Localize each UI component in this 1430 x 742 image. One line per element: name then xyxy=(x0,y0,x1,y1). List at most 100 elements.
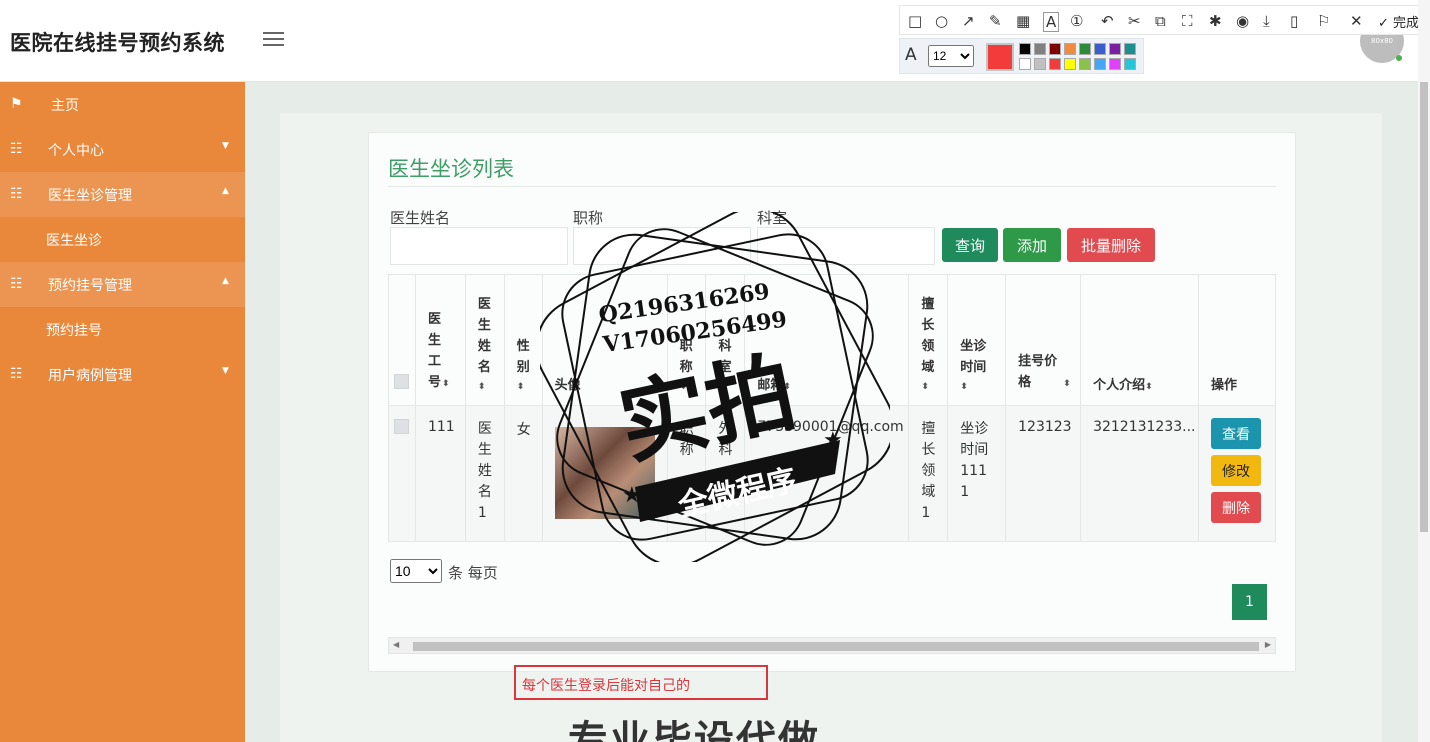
title-label: 职称 xyxy=(573,209,604,227)
col-header-label: 坐诊时间 xyxy=(960,339,987,375)
color-swatch[interactable] xyxy=(1019,43,1031,55)
view-button[interactable]: 查看 xyxy=(1211,418,1262,449)
vertical-scrollbar[interactable] xyxy=(1418,0,1430,742)
done-button[interactable]: ✓ 完成 xyxy=(1378,12,1419,31)
grid-icon: ☷ xyxy=(10,276,23,292)
copy-icon[interactable]: ▯ xyxy=(1290,12,1298,30)
font-icon: A xyxy=(905,45,917,65)
pen-tool-icon[interactable]: ✎ xyxy=(989,12,1002,30)
col-header-label: 操作 xyxy=(1211,378,1238,393)
record-icon[interactable]: ◉ xyxy=(1236,12,1249,30)
sidebar: ⚑ 主页 ☷ 个人中心 ▼ ☷ 医生坐诊管理 ▲ 医生坐诊 ☷ 预约挂号管理 ▲… xyxy=(0,82,245,742)
current-color-swatch[interactable] xyxy=(986,43,1014,71)
col-header[interactable]: 擅长领域 ⬍ xyxy=(908,274,949,406)
page-size-select[interactable]: 10 xyxy=(390,559,442,583)
ellipse-tool-icon[interactable]: ○ xyxy=(935,12,948,30)
color-swatch[interactable] xyxy=(1049,58,1061,70)
sidebar-item-appointment-mgmt[interactable]: ☷ 预约挂号管理 ▲ xyxy=(0,262,245,307)
add-button[interactable]: 添加 xyxy=(1003,228,1061,262)
caret-up-icon: ▲ xyxy=(222,276,229,286)
done-label: 完成 xyxy=(1393,16,1420,31)
check-icon: ✓ xyxy=(1378,16,1389,31)
avatar-placeholder-text: 80x80 xyxy=(1371,37,1393,45)
select-all-checkbox[interactable] xyxy=(394,374,409,389)
color-swatch[interactable] xyxy=(1034,43,1046,55)
color-swatch[interactable] xyxy=(1019,58,1031,70)
color-swatch[interactable] xyxy=(1094,58,1106,70)
batch-delete-button[interactable]: 批量删除 xyxy=(1067,228,1155,262)
col-header-label: 职称 xyxy=(679,339,693,375)
delete-button[interactable]: 删除 xyxy=(1211,492,1262,523)
text-tool-icon[interactable]: A xyxy=(1043,12,1060,32)
color-swatch[interactable] xyxy=(1124,43,1136,55)
bookmark-icon[interactable]: ⚐ xyxy=(1317,12,1330,30)
color-swatch[interactable] xyxy=(1109,58,1121,70)
font-size-select[interactable]: 12 xyxy=(928,45,974,67)
text-annotation-box[interactable]: 每个医生登录后能对自己的 xyxy=(514,665,768,700)
sidebar-subitem-doctor-schedule[interactable]: 医生坐诊 xyxy=(0,217,245,262)
query-button[interactable]: 查询 xyxy=(942,228,998,262)
translate-icon[interactable]: ⧉ xyxy=(1155,12,1166,30)
edit-button[interactable]: 修改 xyxy=(1211,455,1262,486)
sidebar-item-personal-center[interactable]: ☷ 个人中心 ▼ xyxy=(0,127,245,172)
col-header[interactable]: 个人介绍⬍ xyxy=(1080,274,1200,406)
col-header[interactable]: 性别 ⬍ xyxy=(503,274,543,406)
title-input[interactable] xyxy=(573,227,751,265)
col-header-label: 医生姓名 xyxy=(477,297,491,375)
scrollbar-thumb[interactable] xyxy=(1420,82,1428,532)
col-header[interactable]: 坐诊时间 ⬍ xyxy=(947,274,1007,406)
col-header-label: 擅长领域 xyxy=(921,297,935,375)
menu-toggle-icon[interactable] xyxy=(263,32,284,48)
color-swatch[interactable] xyxy=(1079,43,1091,55)
page-1-button[interactable]: 1 xyxy=(1232,584,1267,620)
long-screenshot-icon[interactable]: ⛶ xyxy=(1182,12,1193,30)
page-title: 医生坐诊列表 xyxy=(388,157,514,181)
col-header[interactable]: 头像 xyxy=(541,274,668,406)
color-swatch[interactable] xyxy=(1049,43,1061,55)
doctor-name-input[interactable] xyxy=(390,227,568,265)
row-checkbox[interactable] xyxy=(394,419,409,434)
cell-specialty: 擅长领域1 xyxy=(908,405,949,542)
col-header[interactable]: 科室 ⬍ xyxy=(705,274,746,406)
sidebar-item-doctor-schedule-mgmt[interactable]: ☷ 医生坐诊管理 ▲ xyxy=(0,172,245,217)
horizontal-scrollbar[interactable]: ◀ ▶ xyxy=(388,637,1276,654)
col-header[interactable]: 职称 ⬍ xyxy=(666,274,707,406)
cell-title: 职称 xyxy=(666,405,707,542)
pin-icon[interactable]: ✱ xyxy=(1209,12,1222,30)
arrow-tool-icon[interactable]: ↗ xyxy=(962,12,975,30)
color-swatch[interactable] xyxy=(1064,58,1076,70)
color-swatch[interactable] xyxy=(1124,58,1136,70)
dept-input[interactable] xyxy=(757,227,935,265)
grid-icon: ☷ xyxy=(10,366,23,382)
caret-down-icon: ▼ xyxy=(222,141,229,151)
scissors-icon[interactable]: ✂ xyxy=(1128,12,1141,30)
undo-icon[interactable]: ↶ xyxy=(1101,12,1114,30)
col-header[interactable]: 医生姓名 ⬍ xyxy=(464,274,505,406)
sidebar-item-case-mgmt[interactable]: ☷ 用户病例管理 ▼ xyxy=(0,352,245,397)
color-swatch[interactable] xyxy=(1109,43,1121,55)
scrollbar-thumb[interactable] xyxy=(413,642,1259,651)
sidebar-item-home[interactable]: ⚑ 主页 xyxy=(0,82,245,127)
color-swatch[interactable] xyxy=(1094,43,1106,55)
sidebar-item-label: 用户病例管理 xyxy=(48,368,132,384)
color-swatch[interactable] xyxy=(1064,43,1076,55)
cell-actions: 查看 修改 删除 xyxy=(1198,405,1276,542)
doctor-photo[interactable] xyxy=(554,427,655,519)
col-header[interactable]: 医生工号⬍ xyxy=(414,274,466,406)
download-icon[interactable]: ⤓ xyxy=(1263,12,1270,30)
scroll-right-icon[interactable]: ▶ xyxy=(1265,640,1271,649)
col-header-label: 医生工号 xyxy=(427,312,441,390)
mosaic-tool-icon[interactable]: ▦ xyxy=(1016,12,1030,30)
col-header[interactable]: 邮箱⬍ xyxy=(744,274,910,406)
cell-gender: 女 xyxy=(503,405,543,542)
color-swatch[interactable] xyxy=(1079,58,1091,70)
sidebar-subitem-appointment[interactable]: 预约挂号 xyxy=(0,307,245,352)
color-swatch[interactable] xyxy=(1034,58,1046,70)
col-header[interactable]: 挂号价格 ⬍ xyxy=(1005,274,1082,406)
cell-photo xyxy=(541,405,668,542)
screenshot-toolbar: □ ○ ↗ ✎ ▦ A ① ↶ ✂ ⧉ ⛶ ✱ ◉ ⤓ ▯ ⚐ ✕ ✓ 完成 xyxy=(899,5,1430,35)
close-icon[interactable]: ✕ xyxy=(1350,12,1363,30)
scroll-left-icon[interactable]: ◀ xyxy=(393,640,399,649)
number-tool-icon[interactable]: ① xyxy=(1070,12,1083,30)
rectangle-tool-icon[interactable]: □ xyxy=(908,12,922,30)
